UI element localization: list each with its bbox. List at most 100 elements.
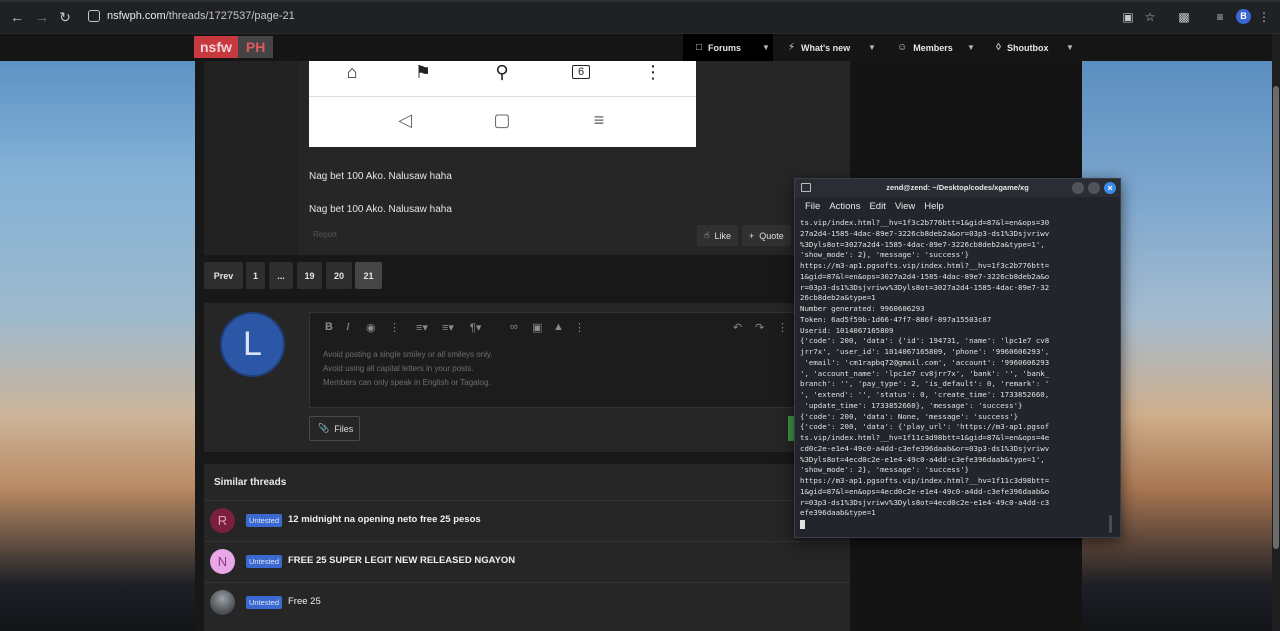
chevron-down-icon[interactable]: ▼ bbox=[868, 43, 876, 52]
undo-icon[interactable]: ↶ bbox=[733, 321, 742, 334]
nav-whats-new-label: What's new bbox=[801, 42, 851, 53]
nav-whats-new[interactable]: ⚡ What's new ▼ bbox=[788, 34, 883, 61]
pagination-prev[interactable]: Prev bbox=[204, 262, 243, 289]
address-bar[interactable]: nsfwph.com/threads/1727537/page-21 bbox=[80, 5, 1110, 29]
back-icon[interactable]: ← bbox=[8, 8, 26, 26]
close-button[interactable]: × bbox=[1104, 182, 1116, 194]
bold-icon[interactable]: B bbox=[325, 321, 333, 333]
list-icon[interactable]: ≡▾ bbox=[416, 321, 428, 334]
android-home-icon: ▢ bbox=[493, 110, 511, 130]
terminal-titlebar[interactable]: zend@zend: ~/Desktop/codes/xgame/xg × bbox=[795, 179, 1120, 197]
menu-edit[interactable]: Edit bbox=[869, 201, 885, 212]
redo-icon[interactable]: ↷ bbox=[755, 321, 764, 334]
terminal-line: branch': '', 'pay_type': 2, 'is_default'… bbox=[800, 379, 1050, 389]
menu-view[interactable]: View bbox=[895, 201, 915, 212]
editor-hint: Avoid posting a single smiley or all smi… bbox=[323, 350, 493, 359]
image-icon[interactable]: ▣ bbox=[532, 321, 542, 334]
install-app-icon[interactable]: ▣ bbox=[1120, 9, 1136, 25]
browser-menu-icon[interactable]: ⋮ bbox=[1256, 9, 1272, 25]
menu-help[interactable]: Help bbox=[924, 201, 944, 212]
profile-avatar[interactable]: B bbox=[1236, 9, 1251, 24]
avatar[interactable] bbox=[210, 590, 235, 615]
quote-label: Quote bbox=[759, 230, 784, 241]
align-icon[interactable]: ≡▾ bbox=[442, 321, 454, 334]
plus-icon: + bbox=[749, 230, 755, 241]
italic-icon[interactable]: I bbox=[346, 321, 350, 333]
thread-title[interactable]: 12 midnight na opening neto free 25 peso… bbox=[288, 514, 481, 525]
terminal-line: https://m3-ap1.pgsofts.vip/index.html?__… bbox=[800, 261, 1050, 270]
menu-file[interactable]: File bbox=[805, 201, 820, 212]
android-back-icon: ◁ bbox=[398, 110, 412, 130]
link-icon[interactable]: ∞ bbox=[510, 321, 518, 333]
list-item[interactable]: N Untested FREE 25 SUPER LEGIT NEW RELEA… bbox=[204, 541, 850, 581]
nav-shoutbox[interactable]: ◊ Shoutbox ▼ bbox=[996, 34, 1076, 61]
pagination-page[interactable]: 1 bbox=[246, 262, 265, 289]
thread-title[interactable]: Free 25 bbox=[288, 596, 321, 607]
url-host: nsfwph.com bbox=[107, 10, 166, 22]
status-badge: Untested bbox=[246, 555, 283, 568]
more-options-icon[interactable]: ⋮ bbox=[574, 321, 585, 334]
terminal-line: 27a2d4-1585-4dac-89e7-3226cb8deb2a&or=03… bbox=[800, 228, 1050, 238]
bolt-icon: ⚡ bbox=[788, 42, 796, 53]
nav-forums-label: Forums bbox=[708, 42, 742, 53]
extensions-icon[interactable]: ▩ bbox=[1176, 9, 1192, 25]
nav-members-label: Members bbox=[913, 42, 953, 53]
terminal-output[interactable]: ts.vip/index.html?__hv=1f3c2b776btt=1&gi… bbox=[800, 218, 1117, 536]
list-item[interactable]: Untested Free 25 bbox=[204, 582, 850, 622]
page-scrollbar-thumb[interactable] bbox=[1273, 86, 1279, 549]
site-info-icon[interactable] bbox=[88, 10, 100, 22]
reload-icon[interactable]: ↻ bbox=[56, 8, 74, 26]
post-text-2: Nag bet 100 Ako. Nalusaw haha bbox=[309, 204, 452, 215]
phone-tab-count: 6 bbox=[571, 65, 591, 79]
terminal-line: r=03p3-ds1%3Dsjvriwv%3Dyls8ot=4ecd0c2e-e… bbox=[800, 497, 1050, 507]
like-button[interactable]: ☝ Like bbox=[697, 225, 738, 246]
quote-button[interactable]: + Quote bbox=[742, 225, 791, 246]
forward-icon[interactable]: → bbox=[33, 8, 51, 26]
reply-editor[interactable]: B I ◉ ⋮ ≡▾ ≡▾ ¶▾ ∞ ▣ ▲ ⋮ ↶ ↷ ⋮ Avoid pos… bbox=[309, 312, 795, 408]
attach-files-button[interactable]: 📎 Files bbox=[309, 416, 360, 441]
more-options-icon[interactable]: ⋮ bbox=[777, 321, 788, 334]
files-label: Files bbox=[334, 423, 354, 434]
terminal-cursor bbox=[800, 519, 1117, 530]
list-item[interactable]: R Untested 12 midnight na opening neto f… bbox=[204, 500, 850, 540]
nav-members[interactable]: ☺ Members ▼ bbox=[897, 34, 980, 61]
post-text-1: Nag bet 100 Ako. Nalusaw haha bbox=[309, 171, 452, 182]
terminal-line: Userid: 1014067165809 bbox=[800, 325, 894, 335]
avatar[interactable]: L bbox=[220, 312, 285, 377]
avatar[interactable]: R bbox=[210, 508, 235, 533]
media-controls-icon[interactable]: ≡ bbox=[1212, 9, 1228, 25]
terminal-line: Number generated: 9960606293 bbox=[800, 304, 925, 313]
site-logo[interactable]: nsfw PH bbox=[194, 36, 274, 58]
terminal-line: 26cb8deb2a&type=1 bbox=[800, 293, 876, 303]
terminal-line: 'show_mode': 2}, 'message': 'success'} bbox=[800, 465, 970, 475]
avatar[interactable]: N bbox=[210, 549, 235, 574]
chevron-down-icon[interactable]: ▼ bbox=[1066, 43, 1074, 52]
pagination-ellipsis[interactable]: ... bbox=[269, 262, 293, 289]
menu-actions[interactable]: Actions bbox=[829, 201, 860, 212]
status-badge: Untested bbox=[246, 514, 283, 527]
terminal-line: jrr7x', 'user_id': 1014067165809, 'phone… bbox=[800, 347, 1050, 356]
thread-title[interactable]: FREE 25 SUPER LEGIT NEW RELEASED NGAYON bbox=[288, 555, 515, 566]
paragraph-icon[interactable]: ¶▾ bbox=[470, 321, 481, 334]
terminal-line: https://m3-ap1.pgsofts.vip/index.html?__… bbox=[800, 476, 1050, 485]
bookmark-star-icon[interactable]: ☆ bbox=[1142, 9, 1158, 25]
terminal-line: {'code': 200, 'data': {'id': 194731, 'na… bbox=[800, 336, 1050, 346]
post-attachment-image[interactable]: ⌂ ⚑ ⚲ 6 ⋮ ◁ ▢ ≡ bbox=[309, 61, 696, 147]
url-text[interactable]: nsfwph.com/threads/1727537/page-21 bbox=[107, 10, 295, 22]
more-options-icon[interactable]: ⋮ bbox=[389, 321, 400, 334]
pagination-page[interactable]: 19 bbox=[297, 262, 322, 289]
palette-icon[interactable]: ◉ bbox=[366, 321, 376, 334]
nav-forums-dropdown[interactable]: ▼ bbox=[760, 34, 773, 61]
media-icon[interactable]: ▲ bbox=[553, 321, 564, 333]
maximize-button[interactable] bbox=[1088, 182, 1100, 194]
chevron-down-icon[interactable]: ▼ bbox=[967, 43, 975, 52]
android-recents-icon: ≡ bbox=[593, 110, 605, 130]
terminal-scrollbar[interactable] bbox=[1109, 515, 1112, 533]
user-icon: ☺ bbox=[897, 42, 908, 53]
pagination-page[interactable]: 20 bbox=[326, 262, 352, 289]
terminal-window[interactable]: zend@zend: ~/Desktop/codes/xgame/xg × Fi… bbox=[794, 178, 1121, 538]
chevron-down-icon: ▼ bbox=[762, 43, 770, 52]
pagination-page-current[interactable]: 21 bbox=[355, 262, 382, 289]
minimize-button[interactable] bbox=[1072, 182, 1084, 194]
report-link[interactable]: Report bbox=[313, 230, 337, 239]
